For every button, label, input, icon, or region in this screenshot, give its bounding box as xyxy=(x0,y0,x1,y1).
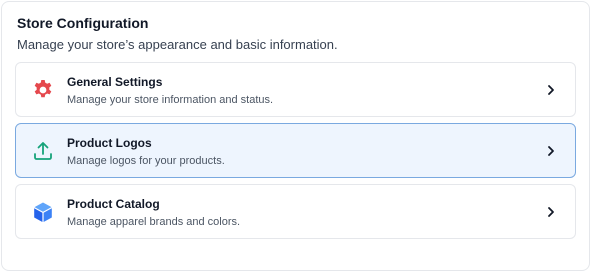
product-logos-title: Product Logos xyxy=(67,136,152,150)
chevron-right-icon xyxy=(545,206,557,218)
gear-icon xyxy=(31,78,55,102)
chevron-right-icon xyxy=(545,84,557,96)
panel-title: Store Configuration xyxy=(17,15,149,31)
panel-subtitle: Manage your store’s appearance and basic… xyxy=(17,37,338,52)
product-catalog-title: Product Catalog xyxy=(67,197,160,211)
product-logos-card[interactable]: Product Logos Manage logos for your prod… xyxy=(15,123,576,178)
chevron-right-icon xyxy=(545,145,557,157)
product-catalog-card[interactable]: Product Catalog Manage apparel brands an… xyxy=(15,184,576,239)
general-settings-description: Manage your store information and status… xyxy=(67,94,274,106)
product-logos-description: Manage logos for your products. xyxy=(67,155,225,167)
upload-icon xyxy=(31,139,55,163)
general-settings-card[interactable]: General Settings Manage your store infor… xyxy=(15,62,576,117)
cube-icon xyxy=(31,200,55,224)
product-catalog-description: Manage apparel brands and colors. xyxy=(67,216,241,228)
general-settings-title: General Settings xyxy=(67,75,163,89)
